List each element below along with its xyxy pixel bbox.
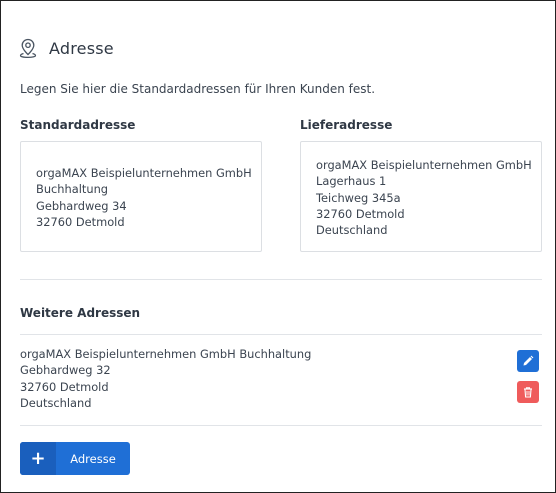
- delivery-address-lines: orgaMAX Beispielunternehmen GmbH Lagerha…: [316, 157, 532, 238]
- delete-address-button[interactable]: [517, 381, 539, 403]
- address-line: orgaMAX Beispielunternehmen GmbH Buchhal…: [20, 347, 312, 361]
- address-line: orgaMAX Beispielunternehmen GmbH: [316, 158, 532, 172]
- section-title: Adresse: [49, 38, 114, 58]
- address-line: Teichweg 345a: [316, 190, 401, 205]
- section-header: Adresse: [19, 35, 114, 61]
- address-line: orgaMAX Beispielunternehmen GmbH: [36, 166, 252, 180]
- address-line: Gebhardweg 34: [36, 198, 127, 213]
- address-line: 32760 Detmold: [316, 206, 405, 221]
- delivery-address-card[interactable]: orgaMAX Beispielunternehmen GmbH Lagerha…: [300, 141, 542, 252]
- address-line: Buchhaltung: [36, 182, 109, 197]
- address-line: 32760 Detmold: [20, 379, 109, 394]
- address-line: Deutschland: [316, 223, 388, 238]
- map-pin-icon: [19, 38, 37, 58]
- pencil-icon: [522, 352, 534, 371]
- address-line: Gebhardweg 32: [20, 363, 111, 378]
- trash-icon: [522, 383, 534, 402]
- address-line: 32760 Detmold: [36, 214, 125, 229]
- standard-address-card[interactable]: orgaMAX Beispielunternehmen GmbH Buchhal…: [20, 141, 262, 252]
- edit-address-button[interactable]: [517, 350, 539, 372]
- add-address-label: Adresse: [70, 451, 116, 466]
- address-panel: Adresse Legen Sie hier die Standardadres…: [0, 0, 556, 493]
- list-item: orgaMAX Beispielunternehmen GmbH Buchhal…: [20, 346, 311, 411]
- section-description: Legen Sie hier die Standardadressen für …: [20, 82, 376, 96]
- delivery-address-heading: Lieferadresse: [300, 118, 393, 132]
- more-addresses-heading: Weitere Adressen: [20, 306, 141, 320]
- divider: [20, 334, 542, 335]
- plus-icon: +: [20, 442, 56, 475]
- divider: [20, 425, 542, 426]
- add-address-button[interactable]: + Adresse: [20, 442, 130, 475]
- standard-address-lines: orgaMAX Beispielunternehmen GmbH Buchhal…: [36, 165, 252, 230]
- address-line: Lagerhaus 1: [316, 174, 387, 189]
- address-line: Deutschland: [20, 395, 92, 410]
- standard-address-heading: Standardadresse: [20, 118, 136, 132]
- divider: [20, 279, 542, 280]
